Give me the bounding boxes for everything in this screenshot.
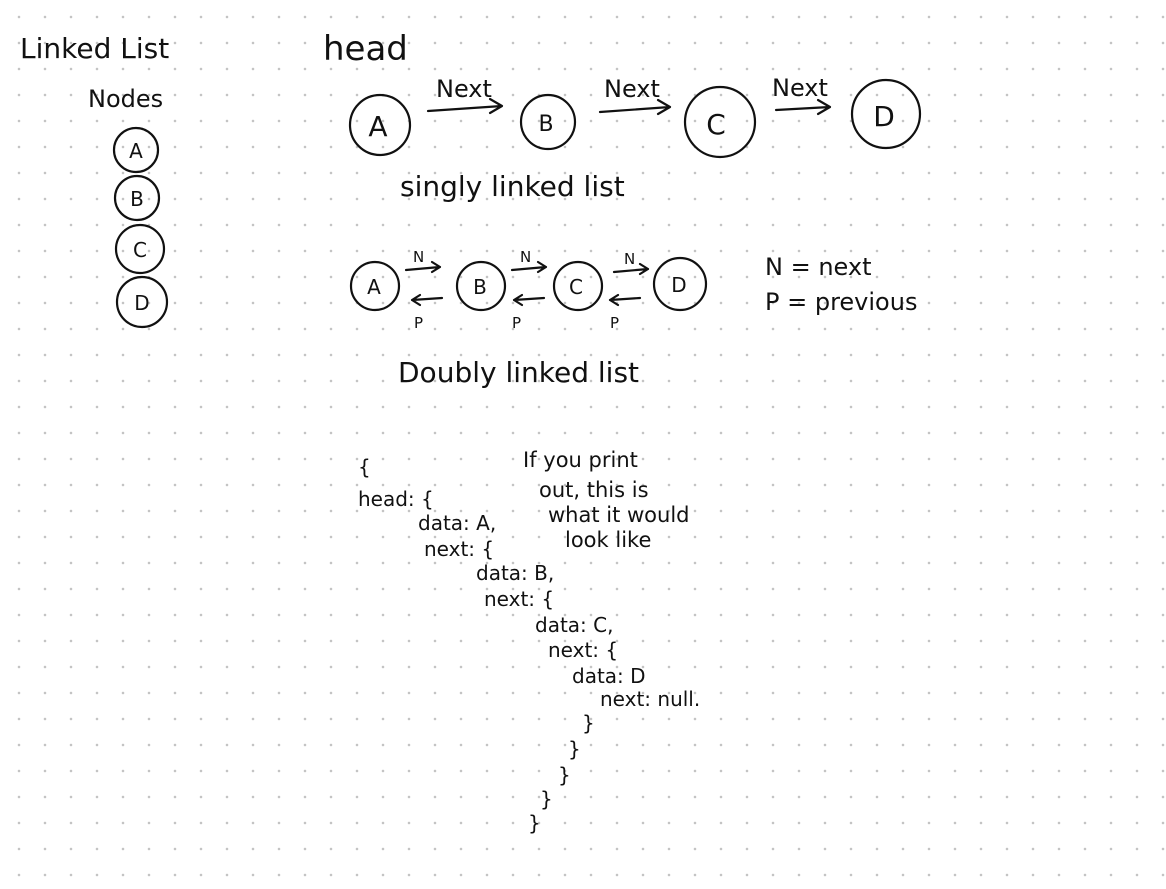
doubly-node-b-label: B <box>473 275 487 299</box>
code-line: { <box>358 455 371 479</box>
doubly-prev-b-a: P <box>410 293 444 332</box>
singly-caption: singly linked list <box>400 170 625 203</box>
code-line: next: { <box>424 537 494 561</box>
doubly-prev-b-a-label: P <box>414 314 423 332</box>
doubly-node-d-label: D <box>671 273 686 297</box>
singly-arrow-a-b: Next <box>426 75 504 115</box>
doubly-next-b-c: N <box>510 248 548 274</box>
doubly-next-a-b: N <box>404 248 442 274</box>
code-line: data: C, <box>535 613 613 637</box>
arrow-right-icon <box>774 98 832 116</box>
doubly-caption: Doubly linked list <box>398 356 639 389</box>
left-node-b: B <box>113 174 161 222</box>
singly-linked-list: head A B C D Next Next Next singly linke… <box>323 29 922 203</box>
code-line: } <box>568 737 581 761</box>
nodes-subtitle: Nodes <box>88 85 163 113</box>
arrow-left-icon <box>410 293 444 307</box>
doubly-next-b-c-label: N <box>520 248 531 266</box>
doubly-node-a-label: A <box>367 275 381 299</box>
doubly-node-b: B <box>455 260 507 312</box>
legend-previous: P = previous <box>765 288 917 316</box>
code-line: } <box>582 711 595 735</box>
code-line: data: A, <box>418 511 496 535</box>
doubly-next-c-d-label: N <box>624 250 635 268</box>
doubly-prev-c-b-label: P <box>512 314 521 332</box>
doubly-next-c-d: N <box>612 250 650 276</box>
singly-node-d: D <box>850 78 922 150</box>
left-panel: Linked List Nodes A B C D <box>20 32 169 329</box>
code-line: data: D <box>572 664 646 688</box>
left-node-b-label: B <box>130 187 144 211</box>
note-line: If you print <box>523 448 638 472</box>
code-line: next: null. <box>600 687 700 711</box>
singly-node-c: C <box>683 85 757 159</box>
doubly-legend: N = next P = previous <box>765 253 917 316</box>
doubly-linked-list: A B C D N N N P P P Doubly linked list N… <box>349 248 917 389</box>
singly-node-b: B <box>519 93 577 151</box>
left-node-d-label: D <box>134 291 149 315</box>
singly-node-a: A <box>348 93 412 157</box>
singly-arrow-b-c-label: Next <box>604 75 660 103</box>
left-node-c-label: C <box>133 238 147 262</box>
arrow-left-icon <box>512 293 546 307</box>
singly-arrow-c-d: Next <box>772 74 832 116</box>
code-line: } <box>558 763 571 787</box>
doubly-prev-d-c: P <box>608 293 642 332</box>
code-line: next: { <box>484 587 554 611</box>
code-line: next: { <box>548 638 618 662</box>
doubly-prev-c-b: P <box>512 293 546 332</box>
doubly-node-c: C <box>552 260 604 312</box>
head-label: head <box>323 29 408 69</box>
printout-note: If you print out, this is what it would … <box>523 448 690 552</box>
singly-arrow-c-d-label: Next <box>772 74 828 102</box>
linked-list-title: Linked List <box>20 32 169 65</box>
code-line: head: { <box>358 487 434 511</box>
code-line: data: B, <box>476 561 554 585</box>
doubly-next-a-b-label: N <box>413 248 424 266</box>
left-node-c: C <box>114 223 166 275</box>
note-line: what it would <box>548 503 690 527</box>
printout: If you print out, this is what it would … <box>358 448 700 835</box>
singly-arrow-a-b-label: Next <box>436 75 492 103</box>
doubly-prev-d-c-label: P <box>610 314 619 332</box>
singly-node-a-label: A <box>368 110 387 143</box>
singly-node-b-label: B <box>538 112 553 137</box>
doubly-node-a: A <box>349 260 401 312</box>
singly-arrow-b-c: Next <box>598 75 672 116</box>
left-node-a: A <box>112 126 160 174</box>
doubly-node-c-label: C <box>569 275 583 299</box>
note-line: out, this is <box>539 478 649 502</box>
left-node-a-label: A <box>129 139 143 163</box>
singly-node-d-label: D <box>873 100 895 133</box>
code-line: } <box>528 811 541 835</box>
left-node-d: D <box>115 275 169 329</box>
code-line: } <box>540 787 553 811</box>
doubly-node-d: D <box>652 256 708 312</box>
note-line: look like <box>565 528 651 552</box>
singly-node-c-label: C <box>706 108 726 141</box>
arrow-left-icon <box>608 293 642 307</box>
legend-next: N = next <box>765 253 872 281</box>
whiteboard-canvas: Linked List Nodes A B C D head A B C D N… <box>20 29 922 835</box>
